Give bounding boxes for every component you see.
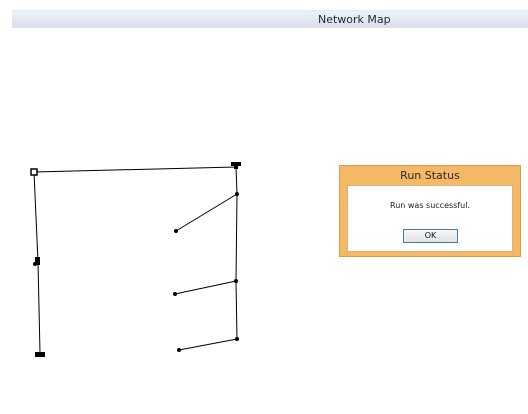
junction-node[interactable] [33,262,37,266]
junction-node[interactable] [174,229,178,233]
pipe-link[interactable] [174,280,237,295]
dialog-message: Run was successful. [390,201,470,210]
pipe-link[interactable] [37,261,41,354]
pipe-link[interactable] [235,166,238,195]
network-map-window: Network Map Run Status Run was successfu… [0,0,528,414]
pipe-link[interactable] [235,280,238,340]
reservoir-node[interactable] [30,168,38,176]
pipe-link[interactable] [178,338,238,351]
junction-node[interactable] [235,337,239,341]
junction-node[interactable] [177,348,181,352]
junction-node[interactable] [235,192,239,196]
pipe-link[interactable] [33,166,237,173]
junction-node[interactable] [173,292,177,296]
pipe-link[interactable] [235,193,238,282]
ok-button[interactable]: OK [403,229,458,243]
tank-node-base [234,165,238,169]
junction-node[interactable] [234,279,238,283]
pipe-link[interactable] [175,193,238,232]
dialog-title: Run Status [400,169,460,182]
dialog-body: Run was successful. OK [347,185,513,252]
tank-node-bottom[interactable] [35,352,45,357]
pipe-link[interactable] [33,171,39,263]
run-status-dialog: Run Status Run was successful. OK [339,165,521,257]
